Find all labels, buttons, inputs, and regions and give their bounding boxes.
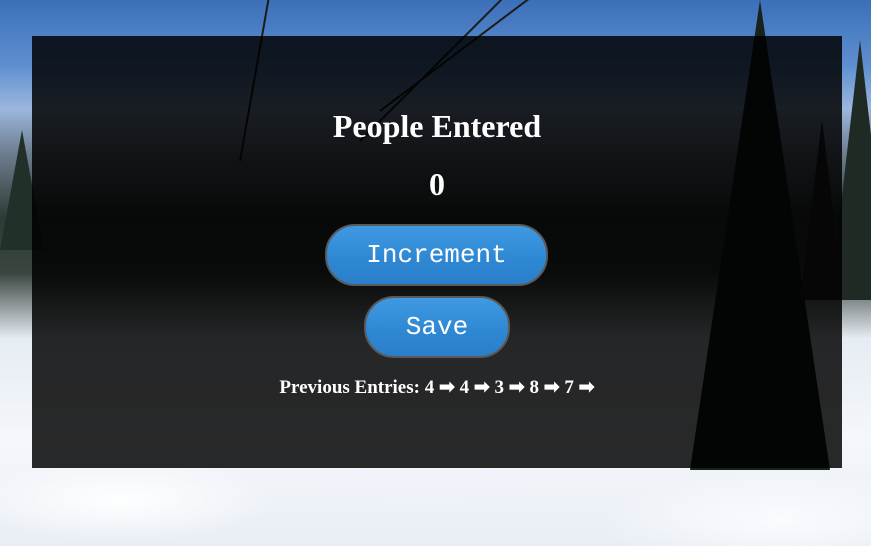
save-button[interactable]: Save <box>364 296 510 358</box>
count-display: 0 <box>429 166 445 202</box>
previous-entries-label: Previous Entries: <box>279 377 420 398</box>
page-title: People Entered <box>332 108 542 144</box>
previous-entries-values: 4 ➡ 4 ➡ 3 ➡ 8 ➡ 7 ➡ <box>424 377 595 398</box>
previous-entries: Previous Entries: 4 ➡ 4 ➡ 3 ➡ 8 ➡ 7 ➡ <box>32 376 842 400</box>
counter-panel: People Entered 0 Increment Save Previous… <box>32 36 842 468</box>
increment-button[interactable]: Increment <box>325 224 548 286</box>
